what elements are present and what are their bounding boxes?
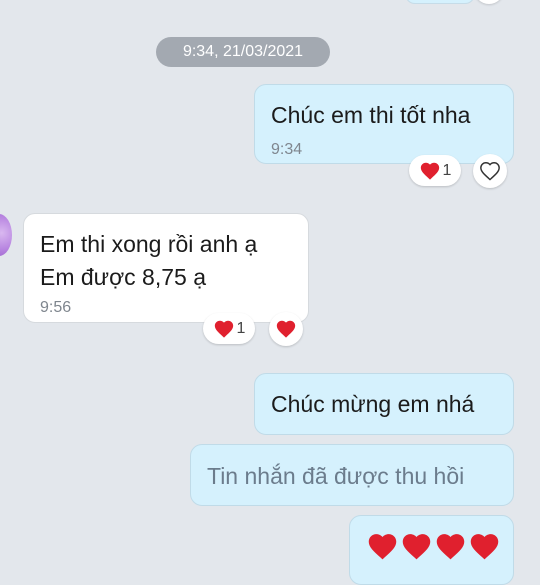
heart-filled-icon xyxy=(276,320,296,338)
react-button[interactable] xyxy=(473,154,507,188)
avatar[interactable] xyxy=(0,214,12,256)
heart-emoji-icon xyxy=(402,534,431,560)
reaction-summary[interactable]: 1 xyxy=(409,155,461,186)
heart-emoji-icon xyxy=(436,534,465,560)
message-text: Chúc em thi tốt nha xyxy=(271,102,471,128)
reaction-count: 1 xyxy=(236,319,246,337)
message-bubble-incoming[interactable]: Em thi xong rồi anh ạ Em được 8,75 ạ 9:5… xyxy=(23,213,309,323)
heart-icon xyxy=(420,162,439,180)
heart-outline-icon xyxy=(480,162,500,181)
message-bubble-outgoing[interactable]: Chúc mừng em nhá xyxy=(254,373,514,435)
message-time: 9:34 xyxy=(271,141,303,158)
previous-react-button[interactable] xyxy=(474,0,504,4)
recalled-message-text: Tin nhắn đã được thu hồi xyxy=(207,463,465,489)
reaction-summary[interactable]: 1 xyxy=(203,313,255,344)
heart-icon xyxy=(214,320,233,338)
reaction-count: 1 xyxy=(442,161,452,179)
react-button[interactable] xyxy=(269,312,303,346)
date-separator: 9:34, 21/03/2021 xyxy=(156,37,330,67)
message-bubble-outgoing[interactable]: Chúc em thi tốt nha 9:34 xyxy=(254,84,514,164)
emoji-message-bubble[interactable] xyxy=(349,515,514,585)
heart-emoji-row xyxy=(366,530,501,563)
heart-emoji-icon xyxy=(470,534,499,560)
heart-emoji-icon xyxy=(368,534,397,560)
recalled-message-bubble[interactable]: Tin nhắn đã được thu hồi xyxy=(190,444,514,506)
previous-message-bubble[interactable] xyxy=(405,0,475,4)
message-time: 9:56 xyxy=(40,299,72,316)
message-text: Em thi xong rồi anh ạ Em được 8,75 ạ xyxy=(40,231,258,290)
message-text: Chúc mừng em nhá xyxy=(271,391,475,417)
